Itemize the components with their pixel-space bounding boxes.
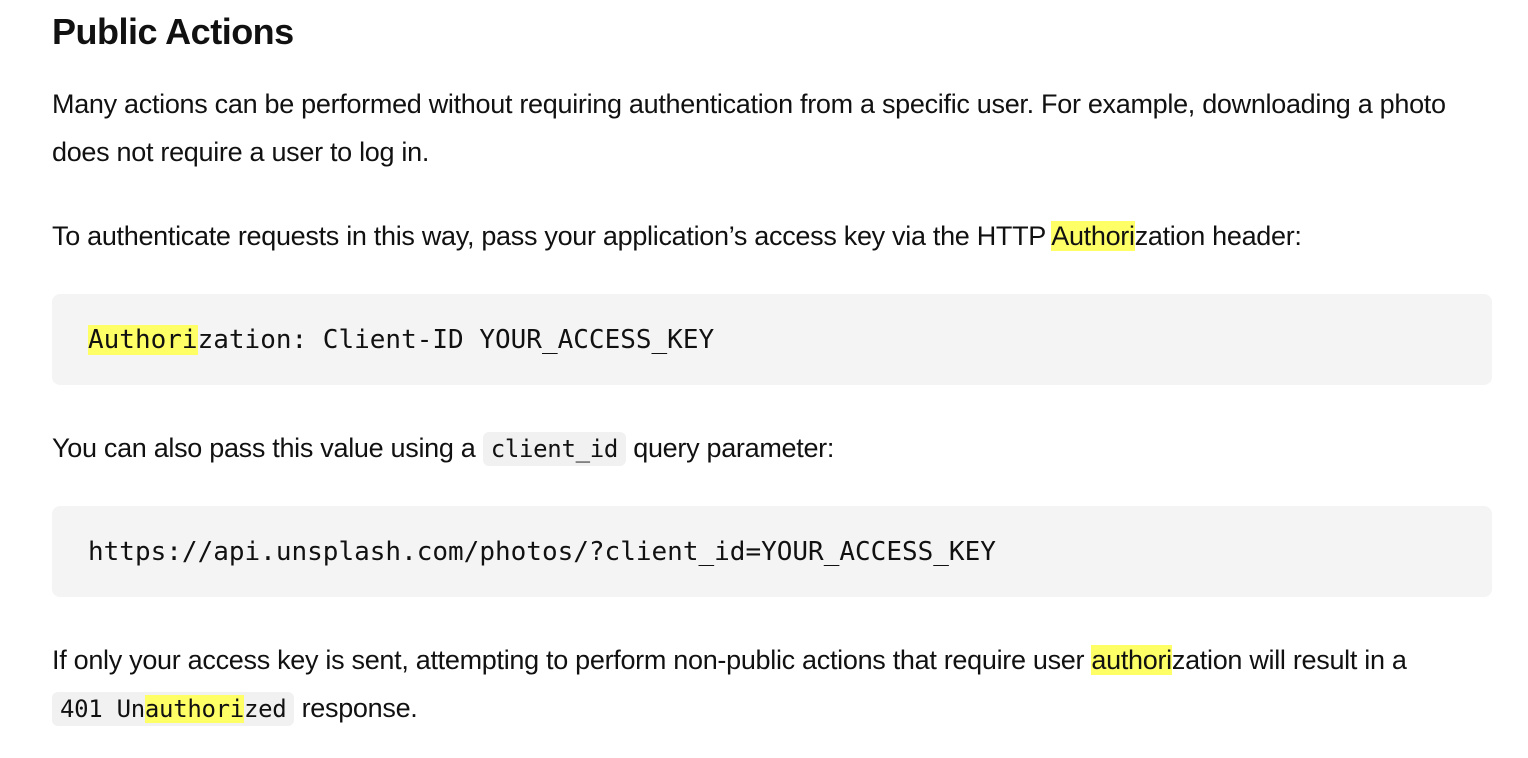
search-highlight: Authori: [88, 324, 198, 355]
query-url-code-block[interactable]: https://api.unsplash.com/photos/?client_…: [52, 506, 1492, 597]
search-highlight: authori: [1091, 645, 1172, 675]
query-param-paragraph: You can also pass this value using a cli…: [52, 424, 1492, 473]
code-text: 401 Un: [60, 695, 145, 723]
auth-header-paragraph: To authenticate requests in this way, pa…: [52, 212, 1492, 260]
intro-paragraph: Many actions can be performed without re…: [52, 89, 1446, 167]
text-segment: To authenticate requests in this way, pa…: [52, 221, 1052, 251]
auth-header-code-block[interactable]: Authori zation: Client-ID YOUR_ACCESS_KEY: [52, 294, 1492, 385]
text-segment: zation header:: [1134, 221, 1302, 251]
code-text: zation: Client-ID YOUR_ACCESS_KEY: [197, 324, 715, 355]
text-segment: You can also pass this value using a: [52, 433, 483, 463]
inline-code-401: 401 Unauthorized: [52, 692, 295, 726]
search-highlight: Authori: [1051, 221, 1135, 251]
text-segment: query parameter:: [626, 433, 835, 463]
inline-code-client-id: client_id: [482, 432, 627, 466]
text-segment: zation will result in a: [1171, 645, 1407, 675]
text-segment: If only your access key is sent, attempt…: [52, 645, 1092, 675]
text-segment: response.: [294, 693, 418, 723]
unauthorized-paragraph: If only your access key is sent, attempt…: [52, 636, 1492, 733]
code-text: zed: [243, 695, 287, 723]
section-heading: Public Actions: [52, 11, 294, 52]
search-highlight: authori: [144, 695, 244, 723]
